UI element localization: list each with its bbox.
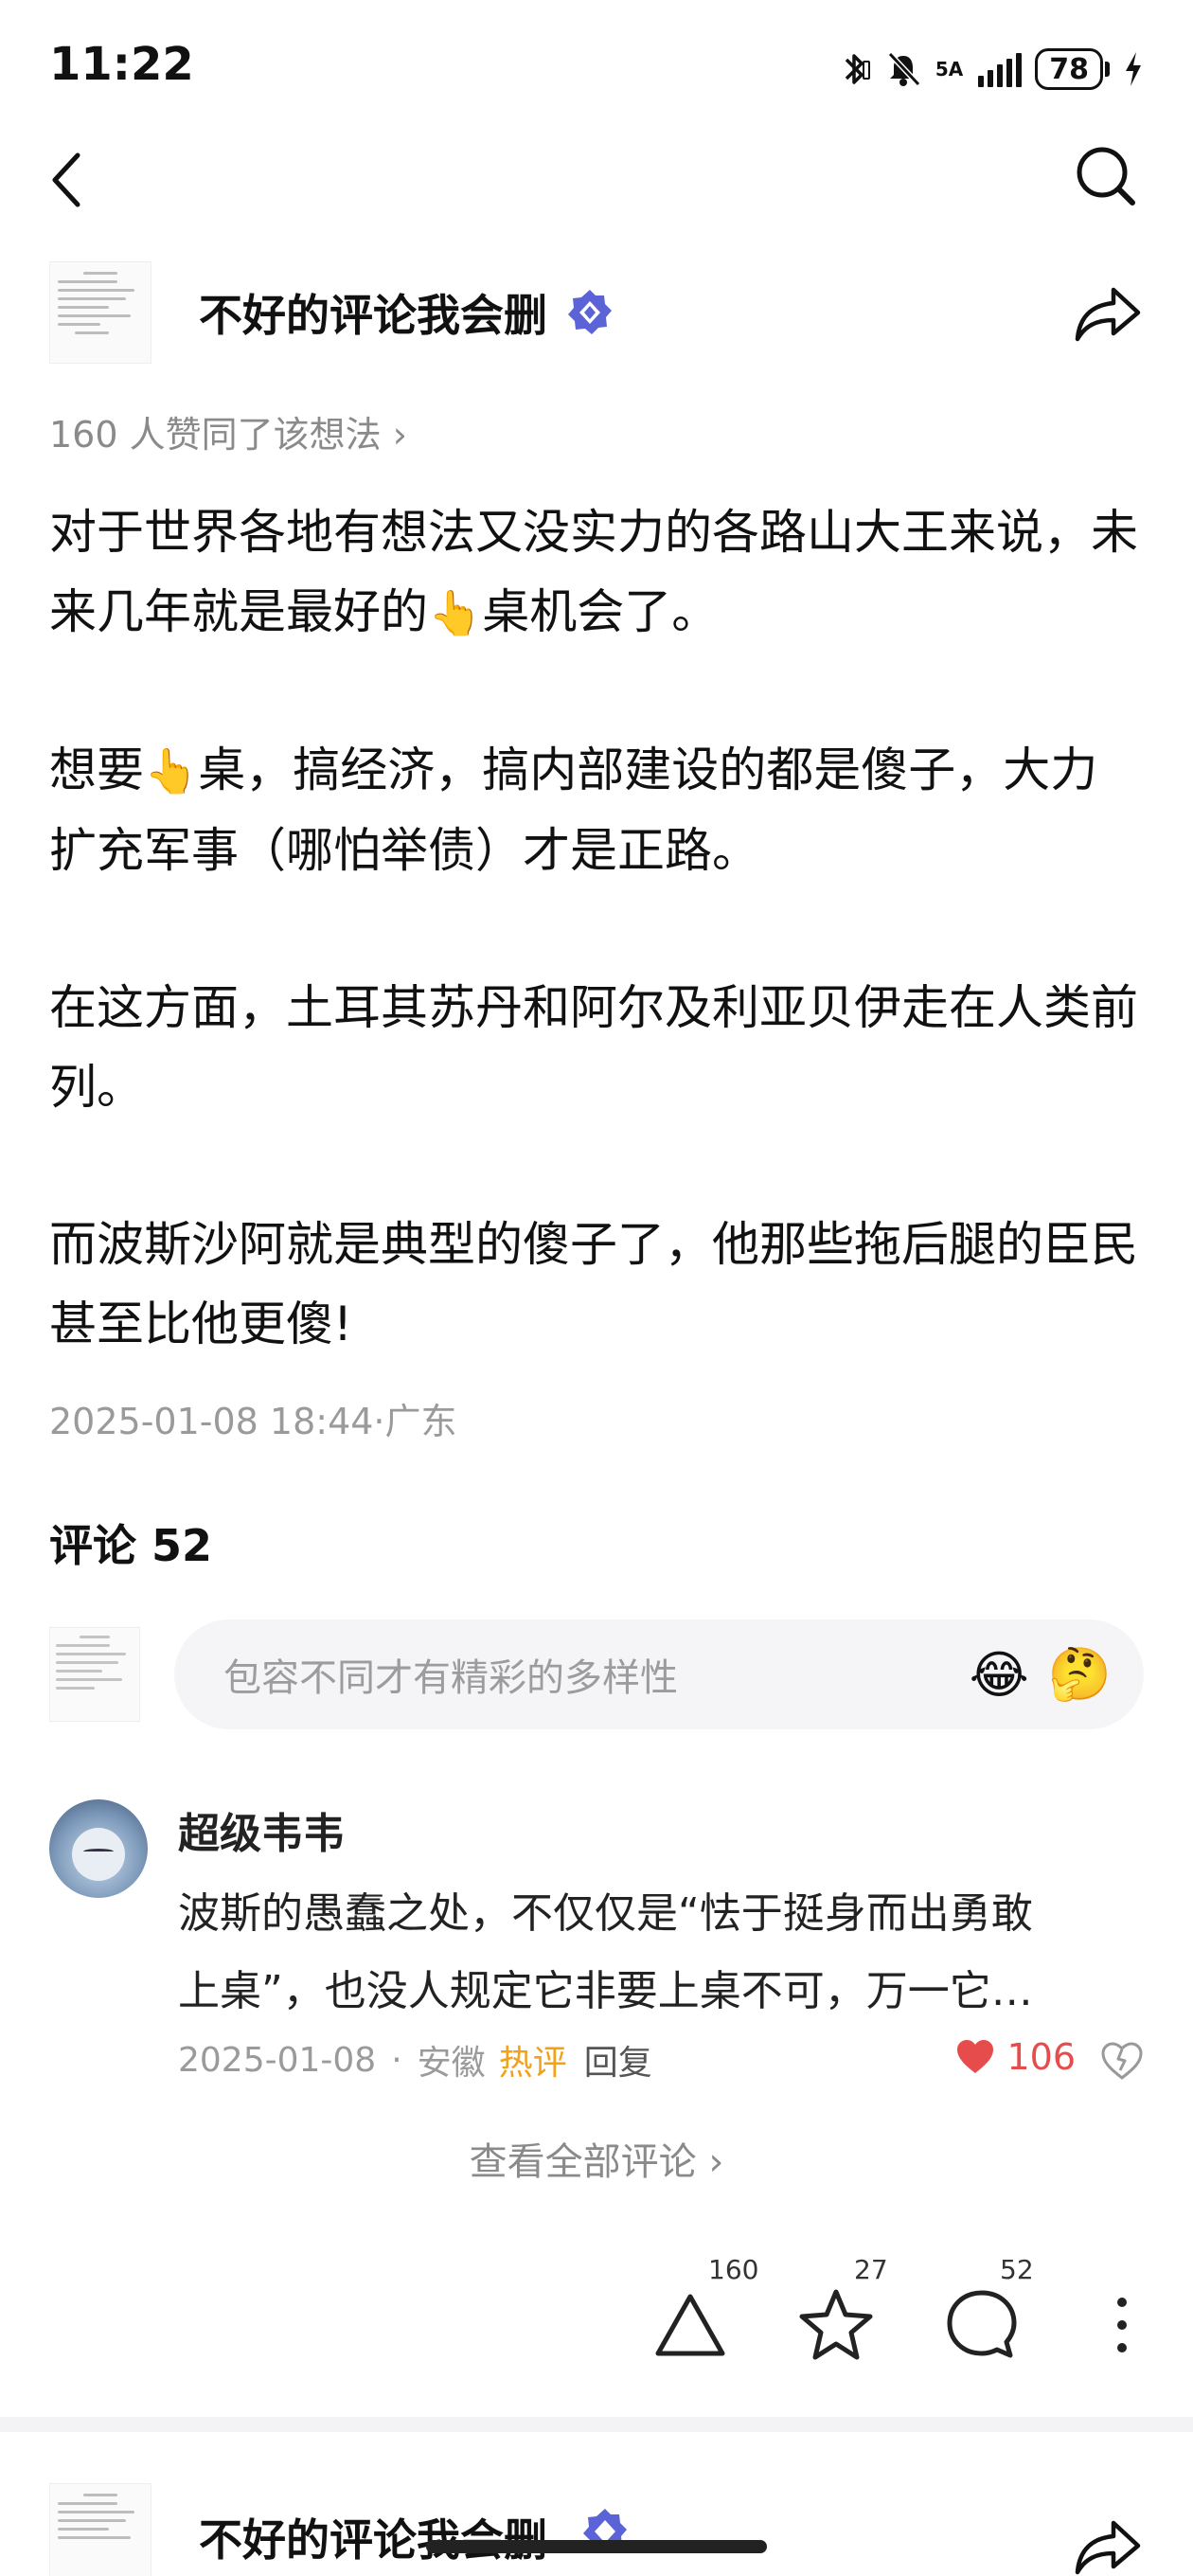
verified-badge-icon — [568, 290, 612, 334]
broken-heart-icon[interactable] — [1100, 2038, 1144, 2082]
home-indicator[interactable] — [426, 2540, 767, 2553]
search-icon[interactable] — [1068, 138, 1144, 214]
comment-like-count: 106 — [1006, 2036, 1076, 2078]
author-avatar[interactable] — [49, 261, 151, 364]
comment-button[interactable] — [939, 2282, 1024, 2368]
comment-text[interactable]: 波斯的愚蠢之处，不仅仅是“怯于挺身而出勇敢 上桌”，也没人规定它非要上桌不可，万… — [178, 1875, 1144, 2030]
next-post-author-avatar[interactable] — [49, 2483, 151, 2576]
back-arrow-icon[interactable] — [49, 142, 106, 218]
likes-summary-link[interactable]: 160 人赞同了该想法 › — [49, 405, 407, 457]
hot-comment-badge: 热评 — [498, 2044, 567, 2083]
comment-input-placeholder[interactable]: 包容不同才有精彩的多样性 — [223, 1647, 951, 1702]
share-icon[interactable] — [1072, 2512, 1144, 2576]
comment-bubble-icon — [947, 2290, 1017, 2358]
upvote-button[interactable] — [648, 2282, 733, 2368]
meta-separator: · — [391, 2040, 402, 2080]
action-bar: 160 27 52 — [0, 2254, 1193, 2377]
upvote-count: 160 — [708, 2254, 759, 2285]
charging-bolt-icon — [1123, 50, 1144, 88]
view-all-comments-link[interactable]: 查看全部评论 › — [0, 2131, 1193, 2186]
share-icon[interactable] — [1072, 278, 1144, 350]
post-paragraph: 而波斯沙阿就是典型的傻子了，他那些拖后腿的臣民甚至比他更傻! — [49, 1217, 1138, 1351]
commenter-name[interactable]: 超级韦韦 — [178, 1799, 345, 1860]
post-timestamp-location: 2025-01-08 18:44·广东 — [49, 1401, 457, 1442]
heart-icon — [957, 2040, 994, 2073]
mute-bell-icon — [884, 50, 922, 88]
favorite-count: 27 — [854, 2254, 888, 2285]
comment-count: 52 — [1000, 2254, 1034, 2285]
pointing-up-emoji-icon: 👆 — [428, 587, 483, 638]
comment-date: 2025-01-08 — [178, 2040, 377, 2080]
network-type-icon: 5A — [935, 58, 964, 80]
laughing-emoji-button[interactable]: 😂 — [970, 1645, 1029, 1705]
battery-icon: 78 — [1035, 48, 1110, 90]
comment-location: 安徽 — [417, 2044, 486, 2083]
star-icon — [799, 2289, 873, 2360]
status-time: 11:22 — [49, 38, 194, 91]
post-body: 对于世界各地有想法又没实力的各路山大王来说，未来几年就是最好的👆桌机会了。 想要… — [49, 492, 1144, 1364]
comment-input-row: 包容不同才有精彩的多样性 😂 🤔 — [49, 1619, 1144, 1729]
pointing-up-emoji-icon: 👆 — [144, 745, 199, 796]
thinking-emoji-button[interactable]: 🤔 — [1048, 1644, 1112, 1705]
bluetooth-icon — [839, 50, 871, 88]
next-post-header[interactable]: 不好的评论我会删 — [49, 2468, 1144, 2576]
top-nav — [0, 133, 1193, 227]
status-icons: 5A 78 — [839, 45, 1144, 93]
comment-item: 超级韦韦 波斯的愚蠢之处，不仅仅是“怯于挺身而出勇敢 上桌”，也没人规定它非要上… — [49, 1799, 1144, 2084]
signal-strength-icon — [978, 51, 1023, 87]
comment-meta: 2025-01-08 · 安徽 热评 回复 106 — [178, 2036, 1144, 2084]
next-post-author-name[interactable]: 不好的评论我会删 — [199, 2506, 547, 2568]
favorite-button[interactable] — [793, 2282, 879, 2368]
comment-input[interactable]: 包容不同才有精彩的多样性 😂 🤔 — [174, 1619, 1144, 1729]
battery-level: 78 — [1035, 48, 1103, 90]
reply-button[interactable]: 回复 — [584, 2035, 652, 2084]
comment-like-button[interactable]: 106 — [955, 2036, 1076, 2078]
section-divider — [0, 2417, 1193, 2432]
commenter-avatar[interactable] — [49, 1799, 148, 1898]
my-avatar — [49, 1627, 140, 1722]
status-bar: 11:22 5A 78 — [0, 0, 1193, 133]
more-options-icon[interactable] — [1108, 2282, 1136, 2368]
upvote-triangle-icon — [655, 2294, 725, 2356]
author-row[interactable]: 不好的评论我会删 — [49, 256, 1144, 369]
comments-heading: 评论 52 — [49, 1520, 213, 1571]
author-name[interactable]: 不好的评论我会删 — [199, 281, 547, 344]
post-paragraph: 对于世界各地有想法又没实力的各路山大王来说，未来几年就是最好的👆桌机会了。 — [49, 505, 1138, 639]
post-paragraph: 想要👆桌，搞经济，搞内部建设的都是傻子，大力扩充军事（哪怕举债）才是正路。 — [49, 742, 1098, 878]
post-paragraph: 在这方面，土耳其苏丹和阿尔及利亚贝伊走在人类前列。 — [49, 980, 1138, 1115]
